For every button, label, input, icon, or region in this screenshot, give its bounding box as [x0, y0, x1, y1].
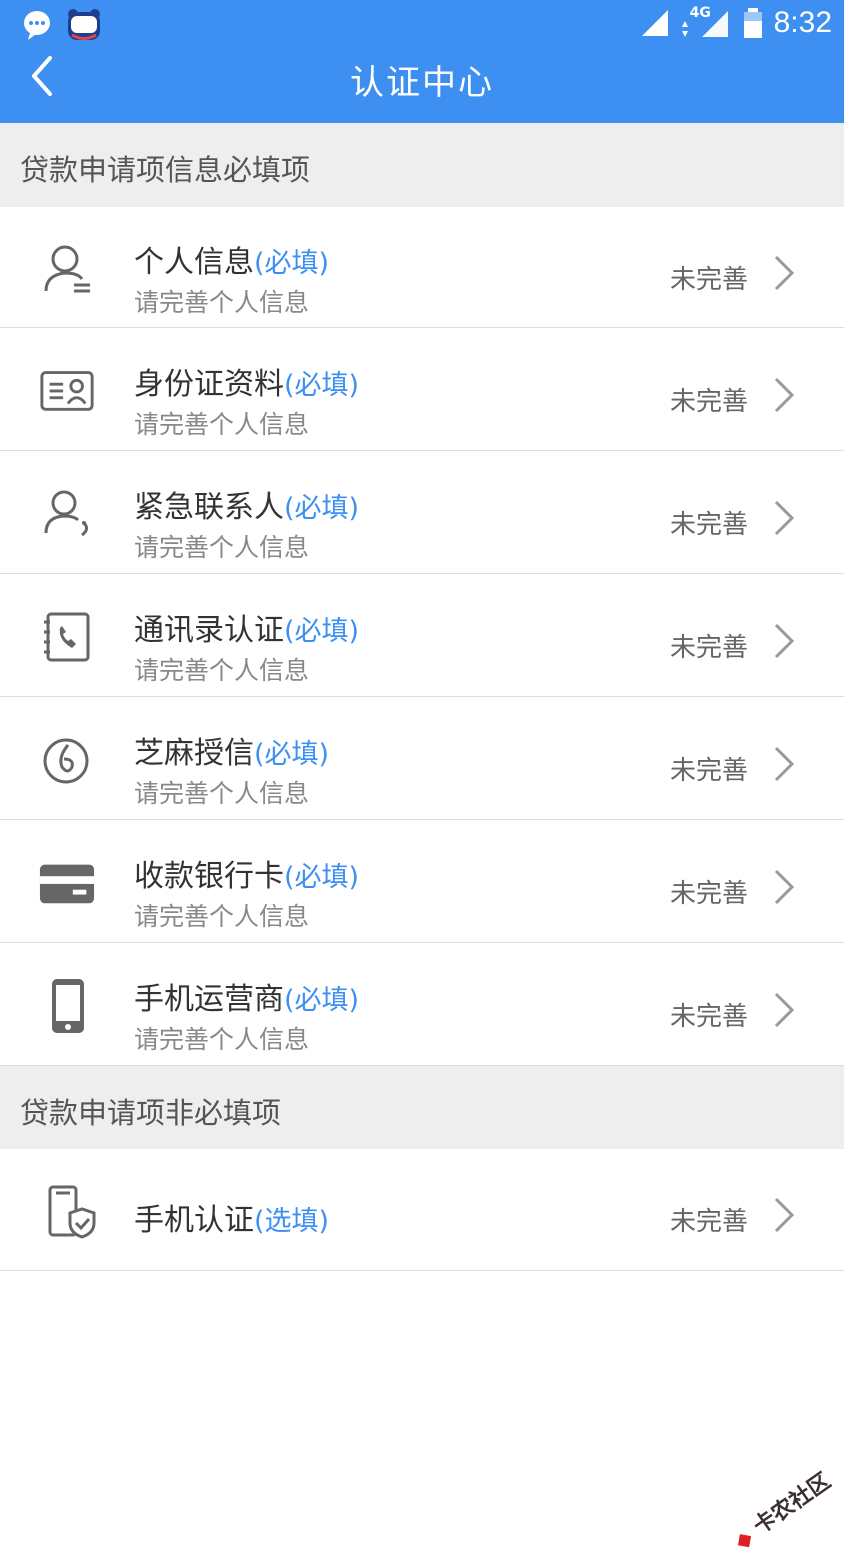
item-title: 紧急联系人(必填): [134, 490, 360, 525]
signal-icon: [641, 10, 668, 36]
chevron-right-icon: [774, 869, 795, 905]
item-subtitle: 请完善个人信息: [134, 410, 310, 439]
item-status: 未完善: [669, 1207, 748, 1237]
section-required: 贷款申请项信息必填项: [0, 123, 844, 207]
item-status: 未完善: [669, 387, 748, 417]
watermark-logo-icon: [737, 1533, 751, 1547]
item-bank-card[interactable]: 收款银行卡(必填) 请完善个人信息 未完善: [0, 820, 844, 943]
section-optional: 贷款申请项非必填项: [0, 1066, 844, 1149]
item-status: 未完善: [669, 633, 748, 663]
chat-bubble-icon: [24, 11, 50, 40]
item-subtitle: 请完善个人信息: [134, 533, 310, 562]
section-optional-label: 贷款申请项非必填项: [20, 1096, 282, 1130]
item-status: 未完善: [669, 510, 748, 540]
item-address-book[interactable]: 通讯录认证(必填) 请完善个人信息 未完善: [0, 574, 844, 697]
page-title: 认证中心: [350, 63, 494, 103]
chevron-right-icon: [774, 500, 795, 536]
item-subtitle: 请完善个人信息: [134, 902, 310, 931]
du-app-icon: [68, 9, 100, 40]
item-phone-verify[interactable]: 手机认证(选填) 未完善: [0, 1149, 844, 1271]
mobile-icon: [52, 979, 84, 1033]
item-title: 芝麻授信(必填): [134, 736, 330, 771]
item-status: 未完善: [669, 756, 748, 786]
item-sesame-credit[interactable]: 芝麻授信(必填) 请完善个人信息 未完善: [0, 697, 844, 820]
item-title: 个人信息(必填): [134, 245, 330, 280]
id-card-icon: [40, 371, 94, 411]
battery-icon: [743, 8, 762, 38]
item-id-card[interactable]: 身份证资料(必填) 请完善个人信息 未完善: [0, 328, 844, 451]
bank-card-icon: [39, 864, 95, 904]
item-status: 未完善: [669, 265, 748, 295]
clock: 8:32: [773, 6, 832, 39]
contact-icon: [44, 490, 89, 537]
chevron-right-icon: [774, 255, 795, 291]
chevron-right-icon: [774, 992, 795, 1028]
item-subtitle: 请完善个人信息: [134, 779, 310, 808]
status-bar: 4G 8:32: [0, 0, 844, 50]
person-icon: [44, 245, 90, 293]
item-subtitle: 请完善个人信息: [134, 288, 310, 317]
4g-indicator: 4G: [680, 5, 732, 39]
item-title: 收款银行卡(必填): [134, 859, 360, 894]
nav-bar: 认证中心: [0, 50, 844, 123]
item-status: 未完善: [669, 1002, 748, 1032]
chevron-right-icon: [774, 623, 795, 659]
sesame-icon: [43, 738, 89, 784]
item-title: 通讯录认证(必填): [134, 613, 360, 648]
item-subtitle: 请完善个人信息: [134, 1025, 310, 1054]
item-emergency-contact[interactable]: 紧急联系人(必填) 请完善个人信息 未完善: [0, 451, 844, 574]
chevron-right-icon: [774, 746, 795, 782]
phonebook-icon: [44, 612, 90, 662]
item-mobile-carrier[interactable]: 手机运营商(必填) 请完善个人信息 未完善: [0, 943, 844, 1066]
item-status: 未完善: [669, 879, 748, 909]
chevron-right-icon: [774, 1197, 795, 1233]
phone-verify-icon: [48, 1185, 96, 1239]
item-title: 手机认证(选填): [134, 1203, 330, 1238]
section-required-label: 贷款申请项信息必填项: [20, 153, 311, 187]
app-header: 4G 8:32 认证中心: [0, 0, 844, 123]
item-subtitle: 请完善个人信息: [134, 656, 310, 685]
item-title: 手机运营商(必填): [134, 982, 360, 1017]
item-personal-info[interactable]: 个人信息(必填) 请完善个人信息 未完善: [0, 207, 844, 328]
item-title: 身份证资料(必填): [134, 367, 360, 402]
chevron-right-icon: [774, 377, 795, 413]
watermark: 卡农社区: [723, 1464, 836, 1556]
